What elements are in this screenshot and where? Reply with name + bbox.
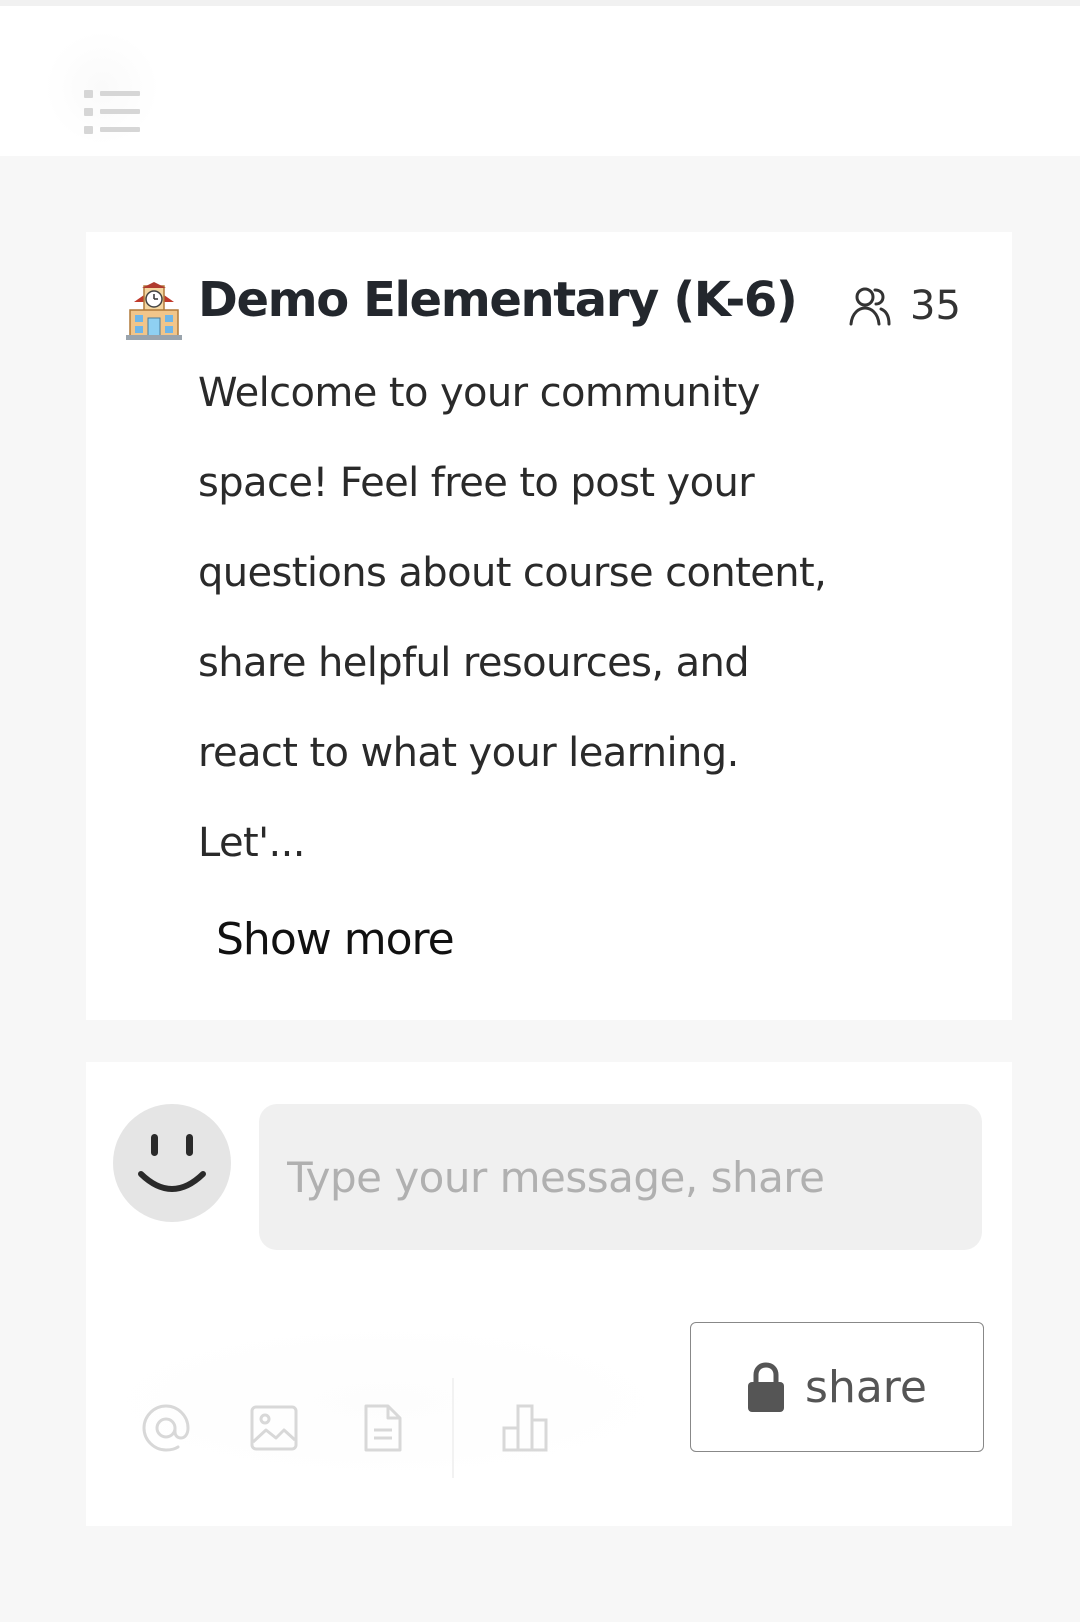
school-building-icon xyxy=(126,282,182,340)
file-icon[interactable] xyxy=(356,1402,408,1454)
community-title: Demo Elementary (K-6) xyxy=(198,272,798,328)
image-icon[interactable] xyxy=(248,1402,300,1454)
member-count-value: 35 xyxy=(910,283,961,329)
smiley-avatar-icon xyxy=(138,1134,206,1192)
member-count[interactable]: 35 xyxy=(848,278,961,334)
menu-button[interactable] xyxy=(44,30,160,146)
avatar[interactable] xyxy=(113,1104,231,1222)
list-icon xyxy=(84,90,140,134)
lock-icon xyxy=(748,1362,785,1412)
top-bar xyxy=(0,0,1080,156)
share-button[interactable]: share xyxy=(690,1322,984,1452)
mention-icon[interactable] xyxy=(140,1402,192,1454)
show-more-link[interactable]: Show more xyxy=(216,914,455,965)
toolbar-divider xyxy=(452,1378,454,1478)
people-icon xyxy=(849,287,891,326)
message-input[interactable] xyxy=(259,1104,982,1250)
community-description: Welcome to your community space! Feel fr… xyxy=(198,370,827,866)
message-composer: share xyxy=(86,1062,1012,1526)
community-card: Demo Elementary (K-6) 35 Welcome to your… xyxy=(86,232,1012,1020)
poll-icon[interactable] xyxy=(500,1402,552,1454)
share-button-label: share xyxy=(805,1361,927,1413)
